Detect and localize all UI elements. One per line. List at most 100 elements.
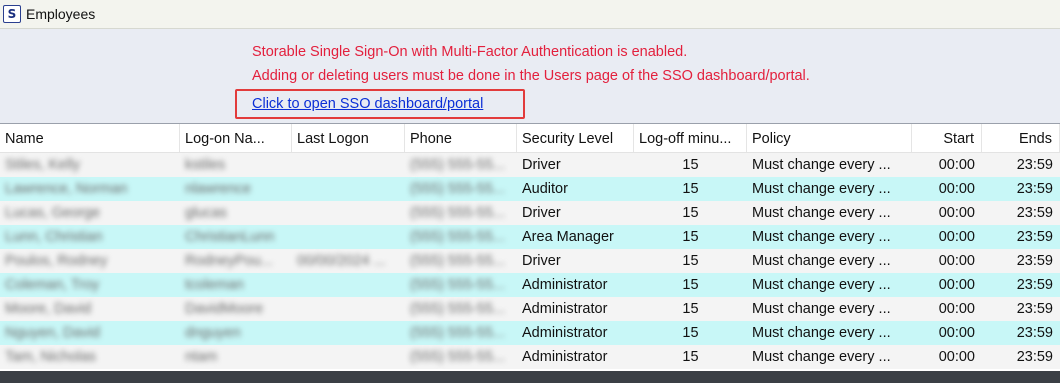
cell-logon-name: ntam <box>185 349 218 365</box>
table-cell: 23:59 <box>982 249 1060 273</box>
cell-ends: 23:59 <box>1016 157 1053 173</box>
cell-policy: Must change every ... <box>752 301 891 317</box>
table-header: Name Log-on Na... Last Logon Phone Security … <box>0 124 1060 153</box>
cell-logoff-minutes: 15 <box>682 181 699 197</box>
table-cell: Must change every ... <box>747 225 912 249</box>
table-cell: (555) 555-55... <box>405 273 517 297</box>
cell-policy: Must change every ... <box>752 253 891 269</box>
table-cell: tcoleman <box>180 273 292 297</box>
cell-logon-name: RodneyPou... <box>185 253 273 269</box>
column-header-logon-name[interactable]: Log-on Na... <box>180 124 292 152</box>
cell-policy: Must change every ... <box>752 157 891 173</box>
table-cell: Administrator <box>517 273 634 297</box>
table-cell: 23:59 <box>982 225 1060 249</box>
cell-ends: 23:59 <box>1016 277 1053 293</box>
column-header-name[interactable]: Name <box>0 124 180 152</box>
table-cell: (555) 555-55... <box>405 345 517 369</box>
table-row[interactable]: Poulos, Rodney RodneyPou... 00/00/2024 ...… <box>0 249 1060 273</box>
cell-ends: 23:59 <box>1016 205 1053 221</box>
table-cell: Driver <box>517 249 634 273</box>
cell-name: Tam, Nicholas <box>5 349 97 365</box>
column-header-security-level[interactable]: Security Level <box>517 124 634 152</box>
table-cell <box>292 177 405 201</box>
cell-security-level: Administrator <box>522 325 608 341</box>
table-row[interactable]: Lawrence, Norman nlawrence (555) 555-55...… <box>0 177 1060 201</box>
table-cell: 23:59 <box>982 345 1060 369</box>
table-cell <box>292 225 405 249</box>
table-cell: Administrator <box>517 345 634 369</box>
cell-logoff-minutes: 15 <box>682 277 699 293</box>
cell-name: Lucas, George <box>5 205 101 221</box>
table-cell: Auditor <box>517 177 634 201</box>
table-cell: DavidMoore <box>180 297 292 321</box>
cell-security-level: Driver <box>522 205 561 221</box>
cell-logon-name: dnguyen <box>185 325 241 341</box>
column-header-phone[interactable]: Phone <box>405 124 517 152</box>
table-cell: Must change every ... <box>747 321 912 345</box>
table-cell: 00:00 <box>912 153 982 177</box>
table-cell: 23:59 <box>982 273 1060 297</box>
table-cell: 23:59 <box>982 153 1060 177</box>
cell-logon-name: kstiles <box>185 157 226 173</box>
table-cell: (555) 555-55... <box>405 297 517 321</box>
cell-name: Moore, David <box>5 301 92 317</box>
table-cell: Stiles, Kelly <box>0 153 180 177</box>
table-row[interactable]: Moore, David DavidMoore (555) 555-55... Adm… <box>0 297 1060 321</box>
table-row[interactable]: Tam, Nicholas ntam (555) 555-55... Administ… <box>0 345 1060 369</box>
cell-phone: (555) 555-55... <box>410 181 506 197</box>
column-header-ends[interactable]: Ends <box>982 124 1060 152</box>
table-cell <box>292 297 405 321</box>
table-cell: 00:00 <box>912 201 982 225</box>
table-row[interactable]: Nguyen, David dnguyen (555) 555-55... Admin… <box>0 321 1060 345</box>
cell-logon-name: glucas <box>185 205 227 221</box>
cell-phone: (555) 555-55... <box>410 205 506 221</box>
cell-security-level: Administrator <box>522 301 608 317</box>
table-row[interactable]: Lucas, George glucas (555) 555-55... Driver… <box>0 201 1060 225</box>
cell-start: 00:00 <box>938 253 975 269</box>
footer-bar <box>0 371 1060 383</box>
cell-logon-name: nlawrence <box>185 181 252 197</box>
table-row[interactable]: Stiles, Kelly kstiles (555) 555-55... Drive… <box>0 153 1060 177</box>
table-cell: 00:00 <box>912 177 982 201</box>
table-cell: 23:59 <box>982 321 1060 345</box>
table-row[interactable]: Lunn, Christian ChristianLunn (555) 555-55… <box>0 225 1060 249</box>
table-cell: (555) 555-55... <box>405 249 517 273</box>
table-cell: Must change every ... <box>747 201 912 225</box>
employees-table: Name Log-on Na... Last Logon Phone Security … <box>0 123 1060 372</box>
table-cell: 00:00 <box>912 345 982 369</box>
table-cell: 15 <box>634 177 747 201</box>
table-cell: 15 <box>634 201 747 225</box>
cell-security-level: Administrator <box>522 277 608 293</box>
table-cell: (555) 555-55... <box>405 321 517 345</box>
cell-policy: Must change every ... <box>752 277 891 293</box>
table-cell: 15 <box>634 273 747 297</box>
cell-policy: Must change every ... <box>752 181 891 197</box>
column-header-start[interactable]: Start <box>912 124 982 152</box>
cell-phone: (555) 555-55... <box>410 277 506 293</box>
cell-start: 00:00 <box>938 301 975 317</box>
cell-start: 00:00 <box>938 181 975 197</box>
cell-policy: Must change every ... <box>752 325 891 341</box>
cell-phone: (555) 555-55... <box>410 253 506 269</box>
table-cell: ChristianLunn <box>180 225 292 249</box>
column-header-policy[interactable]: Policy <box>747 124 912 152</box>
table-cell: (555) 555-55... <box>405 153 517 177</box>
cell-logoff-minutes: 15 <box>682 301 699 317</box>
column-header-logoff-minutes[interactable]: Log-off minu... <box>634 124 747 152</box>
table-cell: 15 <box>634 321 747 345</box>
cell-logoff-minutes: 15 <box>682 157 699 173</box>
cell-name: Stiles, Kelly <box>5 157 80 173</box>
cell-logoff-minutes: 15 <box>682 325 699 341</box>
cell-start: 00:00 <box>938 277 975 293</box>
cell-policy: Must change every ... <box>752 205 891 221</box>
cell-ends: 23:59 <box>1016 181 1053 197</box>
column-header-last-logon[interactable]: Last Logon <box>292 124 405 152</box>
open-sso-dashboard-link[interactable]: Click to open SSO dashboard/portal <box>252 96 483 112</box>
cell-name: Lunn, Christian <box>5 229 103 245</box>
cell-start: 00:00 <box>938 157 975 173</box>
table-cell <box>292 201 405 225</box>
table-cell: Must change every ... <box>747 273 912 297</box>
cell-logoff-minutes: 15 <box>682 253 699 269</box>
cell-ends: 23:59 <box>1016 229 1053 245</box>
table-row[interactable]: Coleman, Troy tcoleman (555) 555-55... Admi… <box>0 273 1060 297</box>
